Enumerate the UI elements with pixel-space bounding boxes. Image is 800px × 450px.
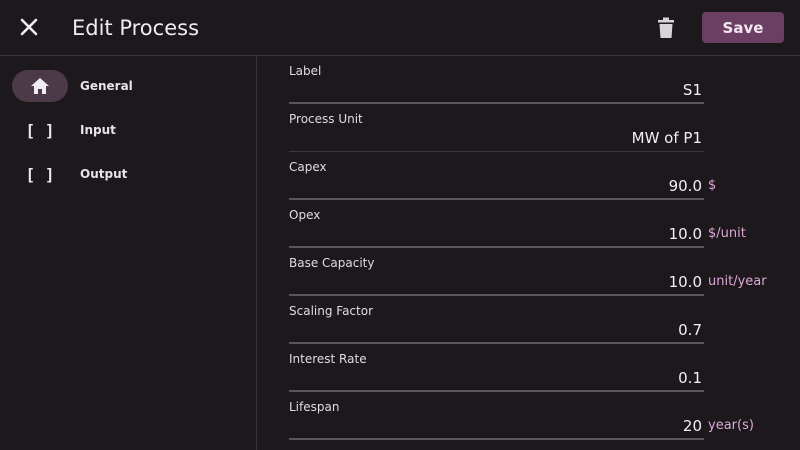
field-caption: Scaling Factor xyxy=(289,304,374,318)
field-caption: Capex xyxy=(289,160,327,174)
sidebar-item-label: Output xyxy=(80,167,128,181)
field-lifespan: Lifespan 20 year(s) xyxy=(289,392,769,440)
field-caption: Base Capacity xyxy=(289,256,375,270)
trash-icon xyxy=(658,17,674,38)
field-caption: Label xyxy=(289,64,322,78)
home-icon xyxy=(12,70,68,102)
field-caption: Lifespan xyxy=(289,400,340,414)
interest-rate-input[interactable]: 0.1 xyxy=(289,366,704,392)
sidebar-item-input[interactable]: [ ] Input xyxy=(12,114,242,146)
brackets-icon: [ ] xyxy=(25,120,55,140)
lifespan-input[interactable]: 20 xyxy=(289,414,704,440)
sidebar-item-label: General xyxy=(80,79,133,93)
brackets-icon: [ ] xyxy=(25,164,55,184)
field-interest-rate: Interest Rate 0.1 xyxy=(289,344,769,392)
delete-button[interactable] xyxy=(654,15,678,41)
close-icon xyxy=(20,18,38,36)
scaling-factor-input[interactable]: 0.7 xyxy=(289,318,704,344)
opex-unit: $/unit xyxy=(708,226,746,241)
process-unit-value: MW of P1 xyxy=(289,126,704,152)
page-title: Edit Process xyxy=(72,16,200,40)
opex-input[interactable]: 10.0 xyxy=(289,222,704,248)
sidebar-item-label: Input xyxy=(80,123,116,137)
field-caption: Process Unit xyxy=(289,112,363,126)
field-caption: Interest Rate xyxy=(289,352,367,366)
field-process-unit: Process Unit MW of P1 xyxy=(289,104,769,152)
lifespan-unit: year(s) xyxy=(708,418,754,433)
sidebar-item-general[interactable]: General xyxy=(12,70,242,102)
label-input[interactable]: S1 xyxy=(289,78,704,104)
close-button[interactable] xyxy=(16,14,42,40)
base-capacity-unit: unit/year xyxy=(708,274,767,289)
top-app-bar: Edit Process Save xyxy=(0,0,800,56)
sidebar: General [ ] Input [ ] Output xyxy=(0,56,257,450)
field-base-capacity: Base Capacity 10.0 unit/year xyxy=(289,248,769,296)
capex-unit: $ xyxy=(708,178,717,193)
save-button[interactable]: Save xyxy=(702,12,784,43)
field-capex: Capex 90.0 $ xyxy=(289,152,769,200)
sidebar-item-output[interactable]: [ ] Output xyxy=(12,158,242,190)
field-label: Label S1 xyxy=(289,56,769,104)
base-capacity-input[interactable]: 10.0 xyxy=(289,270,704,296)
field-caption: Opex xyxy=(289,208,321,222)
field-scaling-factor: Scaling Factor 0.7 xyxy=(289,296,769,344)
field-opex: Opex 10.0 $/unit xyxy=(289,200,769,248)
capex-input[interactable]: 90.0 xyxy=(289,174,704,200)
